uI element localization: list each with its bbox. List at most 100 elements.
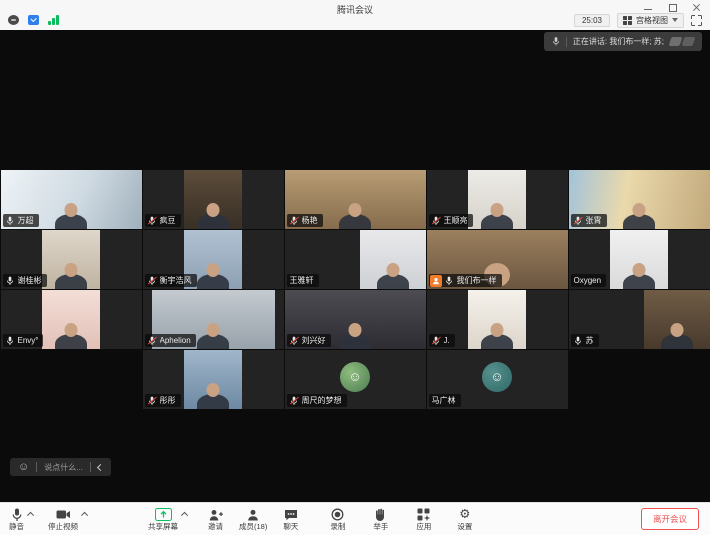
participant-tile[interactable]: ☺ 彤彤 xyxy=(143,350,284,409)
settings-label: 设置 xyxy=(457,523,472,531)
participant-name: 万超 xyxy=(18,216,34,226)
view-mode-selector[interactable]: 宫格视图 xyxy=(617,13,684,28)
header-right: 25:03 宫格视图 xyxy=(574,12,702,28)
participant-name: Envy° xyxy=(18,336,39,346)
speaker-avatars xyxy=(670,37,694,46)
participant-name: 马广林 xyxy=(432,396,456,406)
participant-video xyxy=(468,170,526,229)
participant-tile[interactable]: ☺ 马广林 xyxy=(427,350,568,409)
chevron-left-icon[interactable] xyxy=(97,463,104,470)
participant-tile[interactable]: ☺ 张霄 xyxy=(569,170,710,229)
participant-name-label: 彤彤 xyxy=(145,394,181,407)
network-signal-icon[interactable] xyxy=(48,15,59,25)
invite-button[interactable]: 邀请 xyxy=(208,508,223,531)
minimize-icon[interactable] xyxy=(644,3,653,12)
participant-tile[interactable]: ☺ 万超 xyxy=(1,170,142,229)
participant-tile[interactable]: ☺ 我们布一样 xyxy=(427,230,568,289)
status-icons xyxy=(8,13,59,27)
participant-tile[interactable]: ☺ 谢桂彬 xyxy=(1,230,142,289)
participant-name-label: 万超 xyxy=(3,214,39,227)
video-stage: 正在讲话: 我们布一样; 苏; ☺ 万超 ☺ xyxy=(0,30,710,502)
participant-name-label: Envy° xyxy=(3,334,44,347)
raise-hand-button[interactable]: 举手 xyxy=(373,508,388,531)
settings-button[interactable]: ⚙ 设置 xyxy=(457,508,472,531)
participant-name-label: Oxygen xyxy=(571,274,607,287)
members-button[interactable]: 成员(18) xyxy=(239,508,267,531)
participant-video xyxy=(644,290,710,349)
smiley-icon[interactable]: ☺ xyxy=(18,462,29,473)
chat-input-placeholder[interactable]: 说点什么... xyxy=(44,462,83,473)
person-icon xyxy=(247,508,259,522)
title-bar: 腾讯会议 25:03 宫格视图 xyxy=(0,0,710,30)
participant-tile[interactable]: ☺ 杨艳 xyxy=(285,170,426,229)
participant-name: 疯豆 xyxy=(160,216,176,226)
participant-name: 王顺亮 xyxy=(444,216,468,226)
apps-button[interactable]: 应用 xyxy=(416,508,431,531)
share-options-chevron-icon[interactable] xyxy=(180,508,190,522)
grid-row: ☺ Envy° ☺ xyxy=(0,290,710,349)
participant-video xyxy=(184,170,242,229)
meeting-window: 腾讯会议 25:03 宫格视图 xyxy=(0,0,710,535)
participant-name-label: 衡宇浩风 xyxy=(145,274,197,287)
info-icon[interactable] xyxy=(8,15,19,25)
leave-meeting-button[interactable]: 离开会议 xyxy=(641,508,699,530)
participant-tile[interactable]: ☺ 刘兴好 xyxy=(285,290,426,349)
participant-name: 衡宇浩风 xyxy=(160,276,192,286)
stop-video-button[interactable]: 停止视频 xyxy=(48,508,78,531)
participant-tile[interactable]: ☺ 周尺的梦想 xyxy=(285,350,426,409)
video-options-chevron-icon[interactable] xyxy=(80,508,90,522)
invite-person-icon xyxy=(209,508,223,522)
camera-icon xyxy=(56,508,71,522)
mic-icon xyxy=(11,508,23,522)
mic-status-icon xyxy=(445,276,454,286)
mic-status-icon xyxy=(6,336,15,346)
window-controls xyxy=(644,2,701,12)
raise-hand-label: 举手 xyxy=(373,523,388,531)
mic-icon xyxy=(552,36,560,47)
apps-grid-icon xyxy=(417,508,430,522)
participant-video xyxy=(42,290,100,349)
participant-tile[interactable]: ☺ 衡宇浩风 xyxy=(143,230,284,289)
divider xyxy=(36,462,37,472)
record-label: 录制 xyxy=(330,523,345,531)
mic-status-icon xyxy=(148,276,157,286)
record-button[interactable]: 录制 xyxy=(330,508,345,531)
chat-button[interactable]: 聊天 xyxy=(283,508,298,531)
mic-options-chevron-icon[interactable] xyxy=(26,508,36,522)
mute-label: 静音 xyxy=(9,523,24,531)
mute-button[interactable]: 静音 xyxy=(9,508,24,531)
mic-status-icon xyxy=(148,396,157,406)
gear-icon: ⚙ xyxy=(459,508,470,522)
participant-tile[interactable]: ☺ 苏 xyxy=(569,290,710,349)
security-shield-icon[interactable] xyxy=(28,15,39,25)
participant-name-label: Aphelion xyxy=(145,334,196,347)
speaking-text: 正在讲话: 我们布一样; 苏; xyxy=(573,36,664,47)
close-icon[interactable] xyxy=(692,3,701,12)
participant-name-label: J. xyxy=(429,334,455,347)
participant-tile[interactable]: ☺ 疯豆 xyxy=(143,170,284,229)
fullscreen-icon[interactable] xyxy=(691,15,702,26)
participant-name-label: 杨艳 xyxy=(287,214,323,227)
quick-chat-bar[interactable]: ☺ 说点什么... xyxy=(10,458,111,476)
mic-status-icon xyxy=(432,336,441,346)
mic-status-icon xyxy=(290,216,299,226)
host-badge-icon xyxy=(430,275,442,287)
participant-tile[interactable]: ☺ Aphelion xyxy=(143,290,284,349)
participant-name: 王雅轩 xyxy=(290,276,314,286)
participant-tile[interactable]: ☺ J. xyxy=(427,290,568,349)
mic-status-icon xyxy=(6,276,15,286)
meeting-timer: 25:03 xyxy=(574,14,610,27)
grid-row: ☺ 谢桂彬 ☺ xyxy=(0,230,710,289)
share-screen-button[interactable]: 共享屏幕 xyxy=(148,508,178,531)
participant-tile[interactable]: ☺ 王雅轩 xyxy=(285,230,426,289)
speaking-banner: 正在讲话: 我们布一样; 苏; xyxy=(544,32,702,51)
maximize-icon[interactable] xyxy=(668,3,677,12)
participant-name: 苏 xyxy=(586,336,594,346)
participant-name: J. xyxy=(444,336,450,346)
participant-name: 我们布一样 xyxy=(457,276,497,286)
participant-name: 谢桂彬 xyxy=(18,276,42,286)
participant-tile[interactable]: ☺ Oxygen xyxy=(569,230,710,289)
participant-tile[interactable]: ☺ Envy° xyxy=(1,290,142,349)
mic-status-icon xyxy=(290,336,299,346)
participant-tile[interactable]: ☺ 王顺亮 xyxy=(427,170,568,229)
